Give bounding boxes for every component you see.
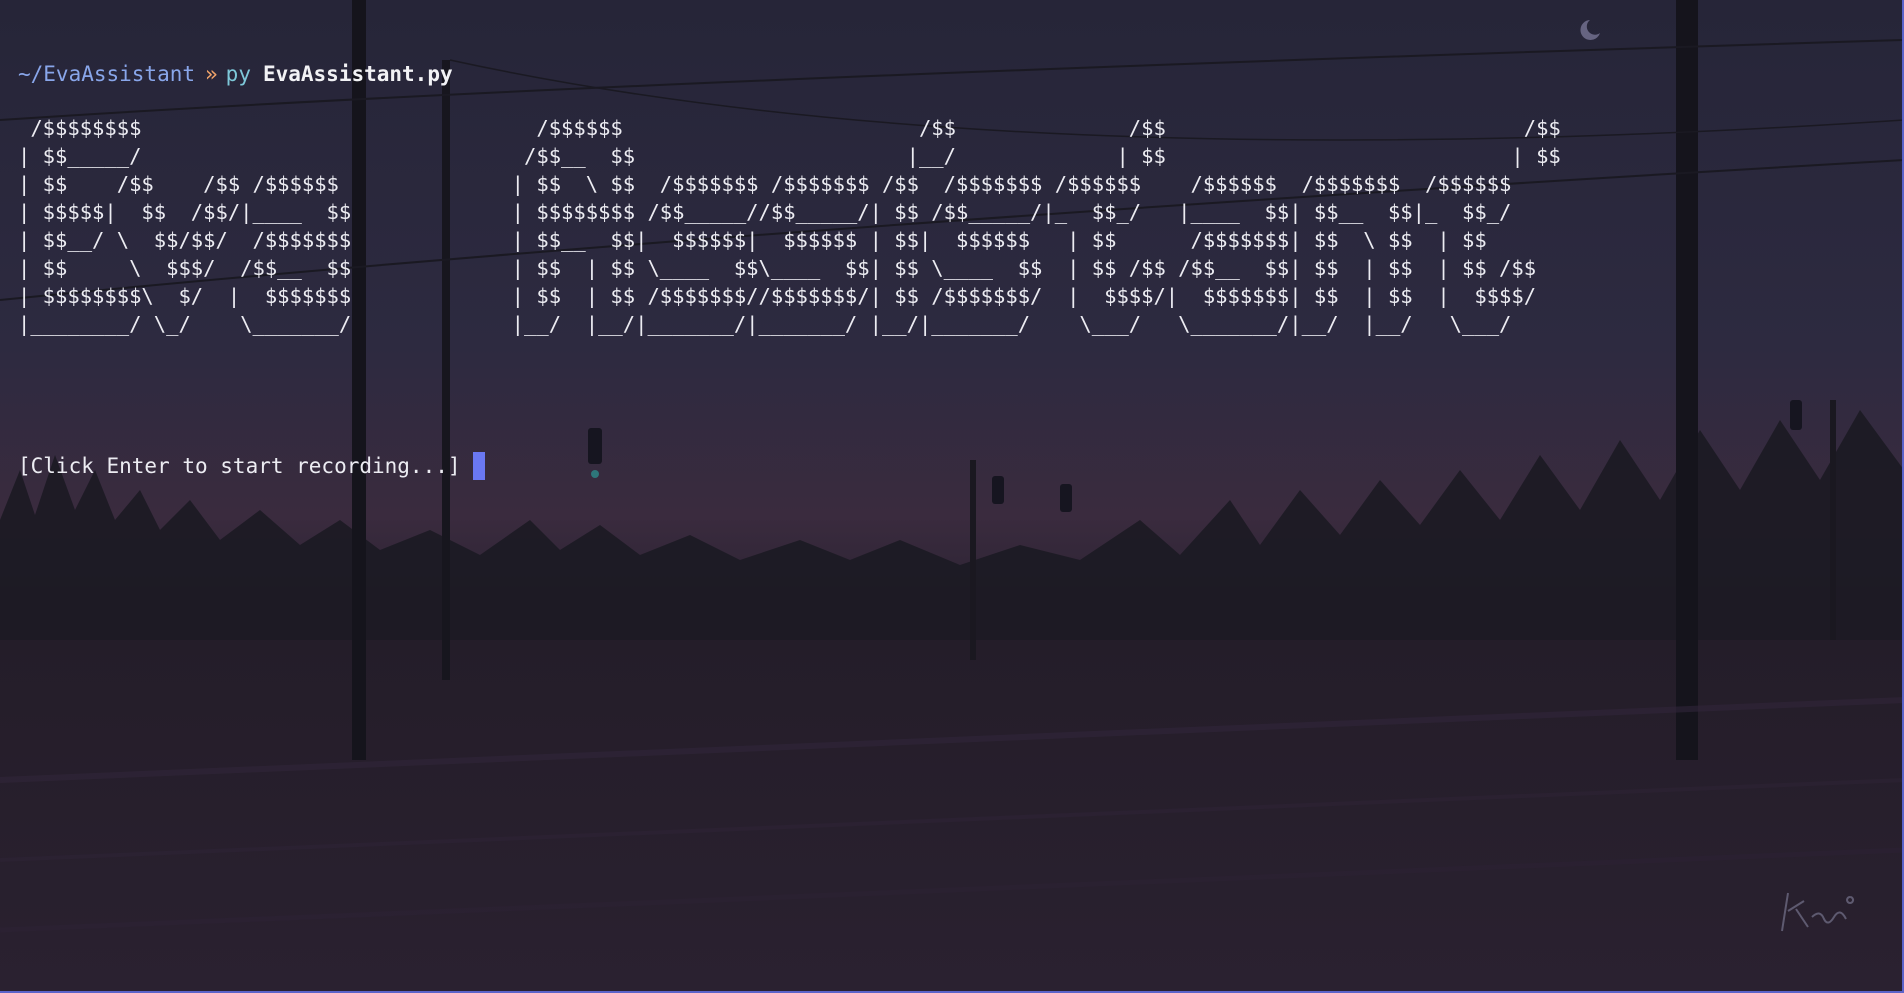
- banner-line: | $$$$$| $$ /$$/|____ $$ | $$$$$$$$ /$$_…: [18, 200, 1512, 224]
- prompt-argument: EvaAssistant.py: [262, 62, 453, 86]
- shell-prompt: ~/EvaAssistant » py EvaAssistant.py: [18, 58, 1902, 90]
- banner-line: | $$__/ \ $$/$$/ /$$$$$$$ | $$__ $$| $$$…: [18, 228, 1487, 252]
- recording-prompt-line: [Click Enter to start recording...]: [18, 452, 485, 480]
- banner-line: | $$ /$$ /$$ /$$$$$$ | $$ \ $$ /$$$$$$$ …: [18, 172, 1512, 196]
- prompt-command: py: [225, 62, 251, 86]
- prompt-cwd: ~/EvaAssistant: [18, 62, 196, 86]
- ascii-art-banner: /$$$$$$$$ /$$$$$$ /$$ /$$ /$$ | $$_____/…: [18, 114, 1902, 338]
- artist-signature-icon: [1781, 892, 1855, 932]
- banner-line: |________/ \_/ \_______/ |__/ |__/|_____…: [18, 312, 1512, 336]
- banner-line: | $$_____/ /$$__ $$ |__/ | $$ | $$: [18, 144, 1561, 168]
- banner-line: /$$$$$$$$ /$$$$$$ /$$ /$$ /$$: [18, 116, 1561, 140]
- terminal-output: ~/EvaAssistant » py EvaAssistant.py /$$$$$$…: [18, 58, 1902, 338]
- banner-line: | $$$$$$$$\ $/ | $$$$$$$ | $$ | $$ /$$$$…: [18, 284, 1537, 308]
- terminal-window[interactable]: ~/EvaAssistant » py EvaAssistant.py /$$$$$$…: [0, 0, 1904, 993]
- prompt-chevron-icon: »: [205, 62, 218, 86]
- banner-line: | $$ \ $$$/ /$$__ $$ | $$ | $$ \____ $$\…: [18, 256, 1537, 280]
- recording-instruction: [Click Enter to start recording...]: [18, 454, 461, 478]
- terminal-cursor[interactable]: [472, 452, 485, 480]
